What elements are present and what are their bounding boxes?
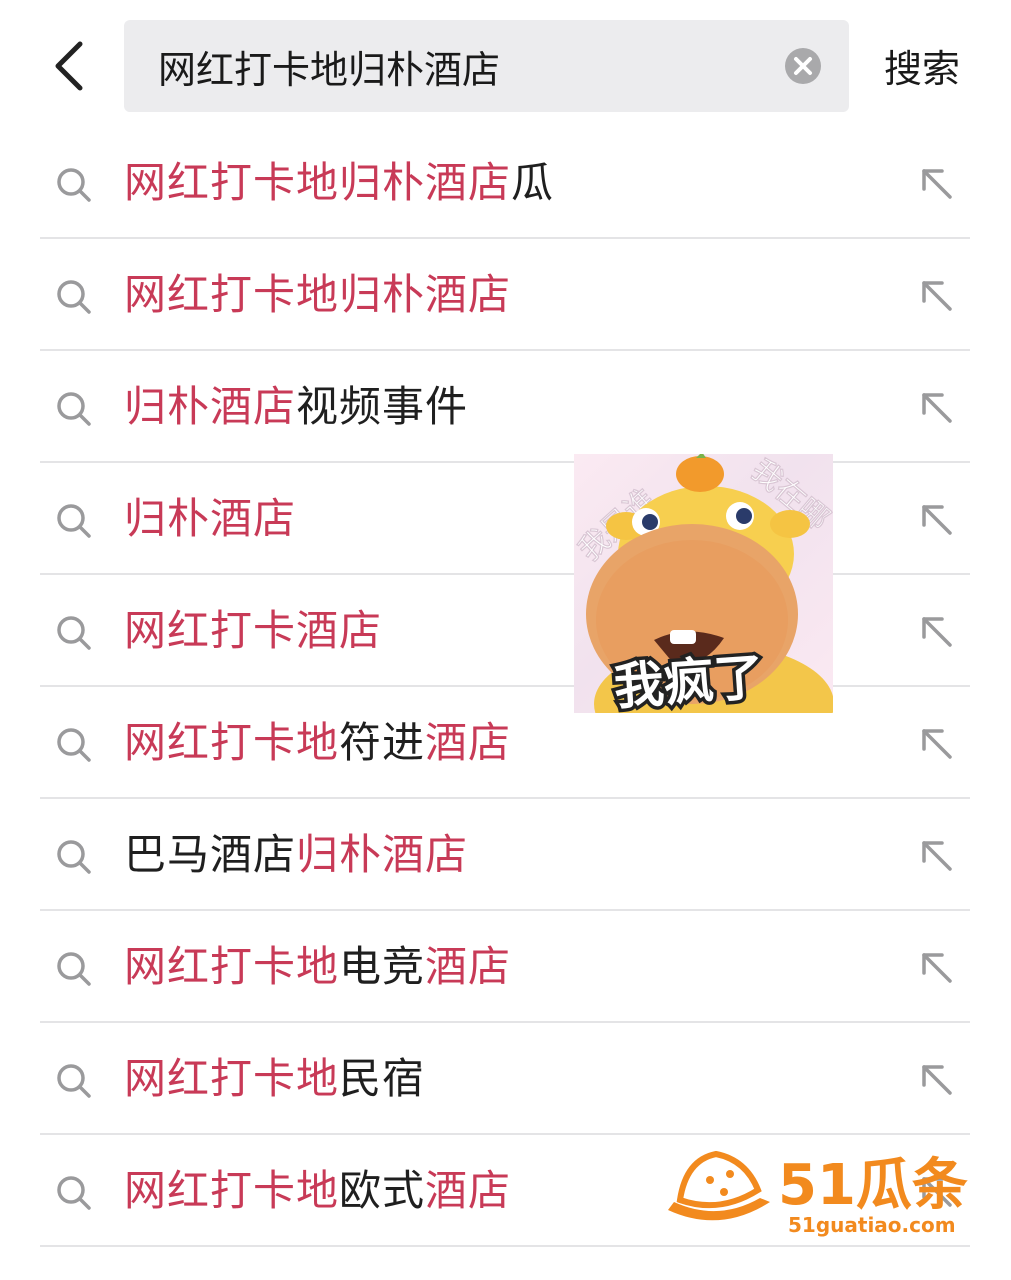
clear-button[interactable] [784, 47, 822, 85]
suggestion-text-highlight: 归朴酒店 [124, 494, 297, 543]
fill-query-arrow-icon[interactable] [916, 387, 956, 427]
search-header: 搜索 [0, 0, 1011, 130]
search-icon [57, 392, 91, 426]
suggestion-text: 归朴酒店视频事件 [124, 381, 468, 433]
suggestion-text-highlight: 归朴酒店 [296, 830, 469, 879]
search-icon [57, 168, 91, 202]
suggestion-text-highlight: 网红打卡地 [124, 1166, 340, 1215]
suggestion-text-highlight: 网红打卡地 [124, 1054, 340, 1103]
suggestion-text-highlight: 酒店 [425, 1166, 512, 1215]
suggestion-text-normal: 民宿 [339, 1054, 426, 1103]
suggestion-text-highlight: 网红打卡地归朴酒店 [124, 158, 512, 207]
suggestion-text-highlight: 网红打卡地归朴酒店 [124, 270, 512, 319]
suggestion-text-highlight: 网红打卡酒店 [124, 606, 383, 655]
search-input[interactable] [158, 34, 778, 98]
suggestion-text-highlight: 酒店 [425, 718, 512, 767]
sticker-image: 我是谁 我在哪 我疯了 [574, 454, 833, 713]
fill-query-arrow-icon[interactable] [916, 835, 956, 875]
search-button[interactable]: 搜索 [884, 38, 960, 93]
search-icon [57, 728, 91, 762]
fill-query-arrow-icon[interactable] [916, 611, 956, 651]
suggestion-row[interactable]: 网红打卡地民宿 [40, 1023, 970, 1135]
fill-query-arrow-icon[interactable] [916, 723, 956, 763]
melon-slice-icon [668, 1150, 770, 1221]
suggestion-text-highlight: 酒店 [425, 942, 512, 991]
search-box [124, 20, 849, 112]
search-icon [57, 616, 91, 650]
search-icon [57, 952, 91, 986]
suggestion-list: 网红打卡地归朴酒店瓜 网红打卡地归朴酒店 归朴酒店视频事件 归朴酒店 网红打卡酒店 网红打… [0, 127, 1011, 1247]
suggestion-text: 网红打卡地电竞酒店 [124, 941, 511, 993]
fill-query-arrow-icon[interactable] [916, 275, 956, 315]
suggestion-text-highlight: 归朴酒店 [124, 382, 297, 431]
suggestion-row[interactable]: 网红打卡地归朴酒店 [40, 239, 970, 351]
suggestion-text-highlight: 网红打卡地 [124, 718, 340, 767]
search-icon [57, 840, 91, 874]
suggestion-text: 巴马酒店归朴酒店 [124, 829, 468, 881]
suggestion-text: 网红打卡地符进酒店 [124, 717, 511, 769]
suggestion-text-normal: 巴马酒店 [124, 830, 297, 879]
back-button[interactable] [44, 36, 94, 96]
suggestion-text-highlight: 网红打卡地 [124, 942, 340, 991]
search-icon [57, 1064, 91, 1098]
sticker-caption: 我疯了 [612, 648, 766, 713]
fill-query-arrow-icon[interactable] [916, 1059, 956, 1099]
suggestion-text: 网红打卡地归朴酒店瓜 [124, 157, 554, 209]
cartoon-cow-sticker: 我是谁 我在哪 我疯了 [574, 454, 833, 713]
suggestion-text: 网红打卡地民宿 [124, 1053, 425, 1105]
suggestion-text: 网红打卡酒店 [124, 605, 382, 657]
search-icon [57, 504, 91, 538]
fill-query-arrow-icon[interactable] [916, 947, 956, 987]
clear-icon [785, 48, 821, 84]
suggestion-text-normal: 电竞 [339, 942, 426, 991]
suggestion-row[interactable]: 巴马酒店归朴酒店 [40, 799, 970, 911]
suggestion-row[interactable]: 网红打卡地电竞酒店 [40, 911, 970, 1023]
suggestion-text: 网红打卡地欧式酒店 [124, 1165, 511, 1217]
suggestion-text: 网红打卡地归朴酒店 [124, 269, 511, 321]
fill-query-arrow-icon[interactable] [916, 163, 956, 203]
chevron-left-icon [55, 41, 83, 91]
watermark-logo: 51瓜条 51guatiao.com [660, 1140, 980, 1240]
search-icon [57, 1176, 91, 1210]
suggestion-text: 归朴酒店 [124, 493, 296, 545]
fill-query-arrow-icon[interactable] [916, 499, 956, 539]
suggestion-text-normal: 符进 [339, 718, 426, 767]
search-icon [57, 280, 91, 314]
suggestion-row[interactable]: 归朴酒店视频事件 [40, 351, 970, 463]
suggestion-row[interactable]: 网红打卡地归朴酒店瓜 [40, 127, 970, 239]
suggestion-text-normal: 视频事件 [296, 382, 469, 431]
watermark-url: 51guatiao.com [788, 1213, 956, 1237]
suggestion-text-normal: 瓜 [511, 158, 555, 207]
suggestion-text-normal: 欧式 [339, 1166, 426, 1215]
watermark-brand: 51瓜条 [778, 1153, 968, 1218]
